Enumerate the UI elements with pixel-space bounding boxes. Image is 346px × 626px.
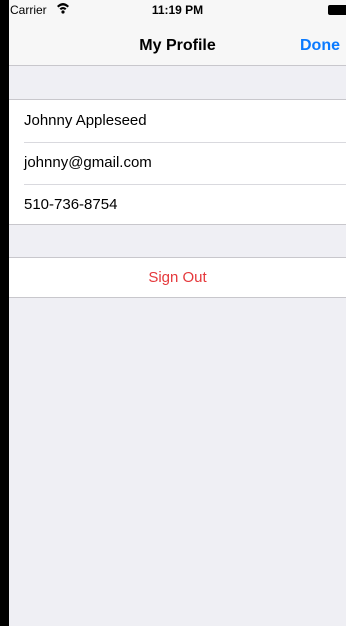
app-screen: Carrier 11:19 PM My Profile Done Johnny … bbox=[9, 0, 346, 626]
profile-name-row[interactable]: Johnny Appleseed bbox=[9, 100, 346, 142]
sign-out-section: Sign Out bbox=[9, 257, 346, 298]
profile-info-section: Johnny Appleseed johnny@gmail.com 510-73… bbox=[9, 99, 346, 225]
profile-phone-row[interactable]: 510-736-8754 bbox=[9, 184, 346, 226]
profile-email-row[interactable]: johnny@gmail.com bbox=[9, 142, 346, 184]
page-title: My Profile bbox=[139, 37, 216, 54]
sign-out-button[interactable]: Sign Out bbox=[9, 258, 346, 298]
done-button[interactable]: Done bbox=[300, 37, 340, 55]
clock: 11:19 PM bbox=[151, 3, 204, 17]
navigation-bar: My Profile Done bbox=[9, 20, 346, 66]
status-bar: Carrier 11:19 PM bbox=[9, 0, 346, 20]
battery-icon bbox=[328, 5, 346, 15]
